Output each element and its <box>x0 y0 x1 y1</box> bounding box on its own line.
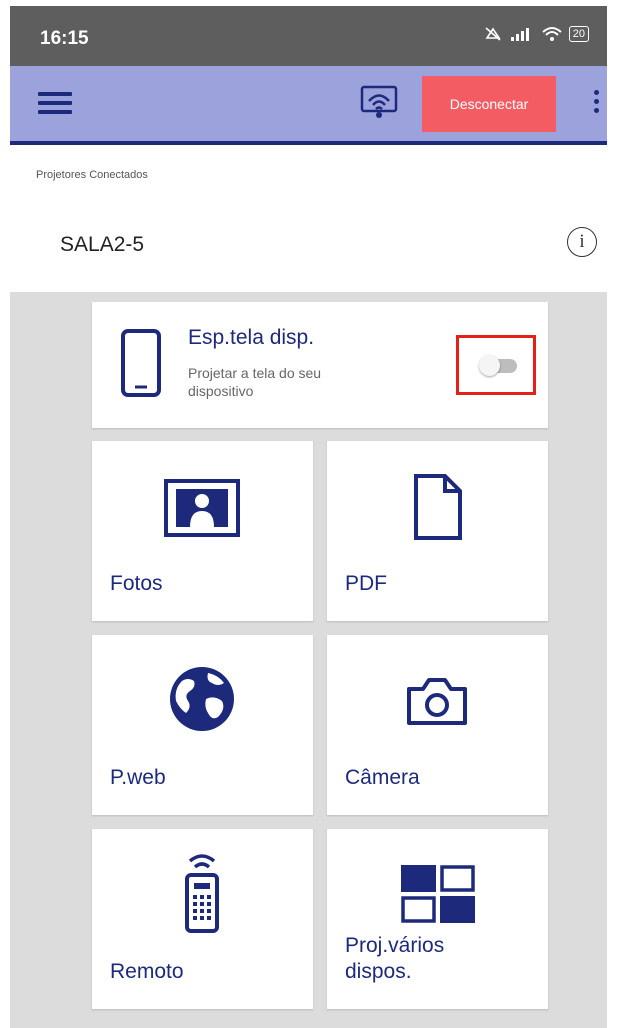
more-options-icon[interactable] <box>588 90 604 122</box>
document-icon <box>414 474 462 540</box>
mirror-screen-card[interactable]: Esp.tela disp. Projetar a tela do seu di… <box>92 302 548 428</box>
tile-label-line: Proj.vários <box>345 934 445 957</box>
camera-tile[interactable]: Câmera <box>327 635 548 815</box>
dot <box>593 99 599 104</box>
toggle-thumb <box>479 355 500 376</box>
tile-label: Fotos <box>110 572 163 595</box>
dot <box>593 108 599 113</box>
menu-icon-line <box>38 92 72 96</box>
photo-icon <box>164 479 240 537</box>
split-screen-icon <box>401 865 475 923</box>
smartphone-icon <box>121 329 161 397</box>
info-icon[interactable]: i <box>567 227 597 257</box>
wifi-cast-icon[interactable] <box>360 84 398 122</box>
remote-tile[interactable]: Remoto <box>92 829 313 1009</box>
battery-icon: 20 <box>568 26 589 42</box>
signal-icon <box>510 28 529 41</box>
toggle-highlight <box>456 335 536 395</box>
camera-icon <box>407 678 467 725</box>
web-tile[interactable]: P.web <box>92 635 313 815</box>
mirror-subtitle: Projetar a tela do seu dispositivo <box>188 365 322 399</box>
connected-projectors-panel: Projetores Conectados SALA2-5 i <box>10 145 607 292</box>
photos-tile[interactable]: Fotos <box>92 441 313 621</box>
menu-icon-line <box>38 110 72 114</box>
pdf-tile[interactable]: PDF <box>327 441 548 621</box>
mirror-toggle[interactable] <box>479 355 519 376</box>
tile-label: PDF <box>345 572 387 595</box>
projector-name[interactable]: SALA2-5 <box>60 233 144 257</box>
tile-label: P.web <box>110 766 166 789</box>
tile-label: Câmera <box>345 766 420 789</box>
status-icons: 20 <box>483 26 589 42</box>
status-bar: 16:15 20 <box>10 6 607 66</box>
wifi-icon <box>542 27 562 41</box>
tile-label: Remoto <box>110 960 184 983</box>
globe-icon <box>170 667 234 731</box>
mirror-title: Esp.tela disp. <box>188 326 315 349</box>
data-off-icon <box>485 27 501 41</box>
app-bar: Desconectar <box>10 66 607 145</box>
app-screen: 16:15 20 Desconectar Projetores Conectad… <box>10 6 607 1028</box>
menu-icon-line <box>38 101 72 105</box>
section-label: Projetores Conectados <box>36 169 148 181</box>
tile-label: Proj.vários dispos. <box>345 933 444 985</box>
status-time: 16:15 <box>40 28 89 49</box>
disconnect-button[interactable]: Desconectar <box>422 76 556 132</box>
multi-projection-tile[interactable]: Proj.vários dispos. <box>327 829 548 1009</box>
tile-label-line: dispos. <box>345 960 412 983</box>
menu-button[interactable] <box>38 92 72 118</box>
dot <box>593 90 599 95</box>
remote-control-icon <box>185 854 219 933</box>
